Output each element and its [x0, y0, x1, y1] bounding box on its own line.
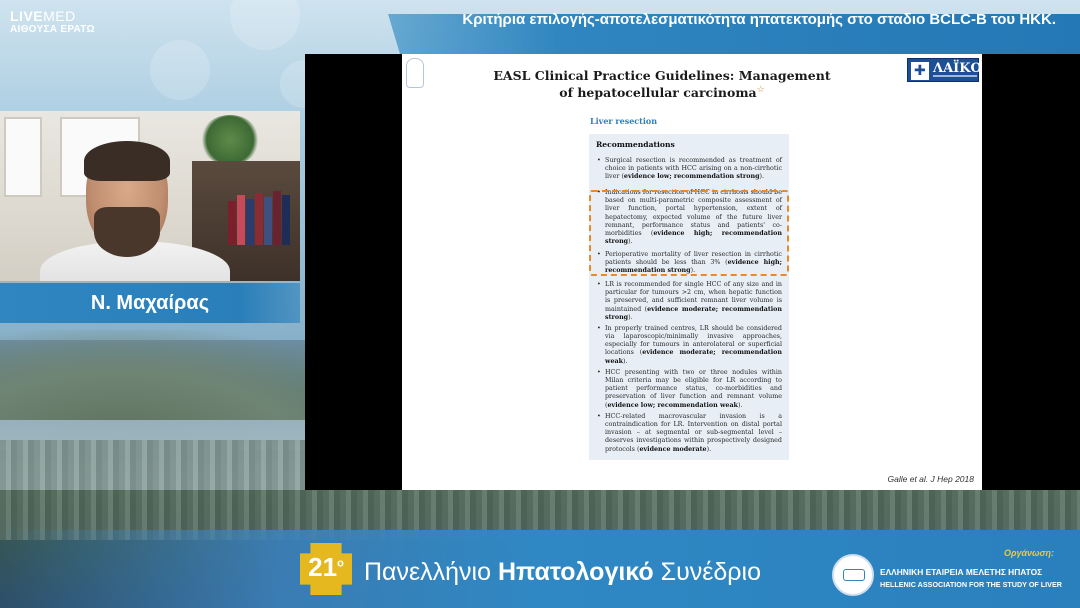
livemed-logo: LIVEMED ΑΙΘΟΥΣΑ ΕΡΑΤΩ	[10, 8, 95, 35]
association-logo-icon	[832, 554, 874, 596]
wall-picture	[4, 117, 42, 197]
organizer-name-greek: ΕΛΛΗΝΙΚΗ ΕΤΑΙΡΕΙΑ ΜΕΛΕΤΗΣ ΗΠΑΤΟΣ	[880, 567, 1043, 577]
recommendation-item: Surgical resection is recommended as tre…	[596, 157, 782, 181]
speaker-hair	[84, 141, 170, 181]
congress-edition: 21ο	[308, 552, 344, 582]
presentation-slide: ΛΑΪΚΟ EASL Clinical Practice Guidelines:…	[402, 54, 982, 490]
speaker-beard	[94, 207, 160, 257]
room-name: ΑΙΘΟΥΣΑ ΕΡΑΤΩ	[10, 24, 95, 35]
speaker-video	[0, 111, 300, 281]
plant	[200, 115, 260, 165]
congress-name: Πανελλήνιο Ηπατολογικό Συνέδριο	[364, 558, 761, 586]
journal-emblem-icon	[406, 58, 424, 88]
star-mark-icon: ☆	[756, 85, 765, 95]
brand-name: LIVEMED	[10, 8, 76, 24]
hospital-logo: ΛΑΪΚΟ	[907, 58, 982, 82]
paper-title: EASL Clinical Practice Guidelines: Manag…	[472, 68, 852, 100]
cross-icon	[911, 62, 929, 80]
recommendations-heading: Recommendations	[596, 140, 675, 149]
recommendations-box: Recommendations Surgical resection is re…	[589, 134, 789, 460]
organizer-label: Οργάνωση:	[1004, 548, 1055, 558]
session-title: Κριτήρια επιλογής-αποτελεσματικότητα ηπα…	[462, 11, 1056, 28]
paper-title-line2: of hepatocellular carcinoma	[559, 85, 757, 101]
recommendation-item: HCC presenting with two or three nodules…	[596, 369, 782, 409]
paper-title-line1: EASL Clinical Practice Guidelines: Manag…	[493, 68, 831, 83]
hospital-name: ΛΑΪΚΟ	[933, 61, 982, 76]
highlight-box	[589, 190, 789, 276]
recommendation-item: HCC-related macrovascular invasion is a …	[596, 413, 782, 453]
recommendation-item: In properly trained centres, LR should b…	[596, 325, 782, 365]
citation: Galle et al. J Hep 2018	[887, 474, 974, 484]
background-circle	[150, 40, 210, 100]
speaker-name-bar: Ν. Μαχαίρας	[0, 283, 300, 323]
speaker-name: Ν. Μαχαίρας	[90, 292, 210, 314]
section-heading: Liver resection	[590, 116, 658, 126]
recommendation-item: LR is recommended for single HCC of any …	[596, 281, 782, 321]
organizer-name-english: HELLENIC ASSOCIATION FOR THE STUDY OF LI…	[880, 580, 1062, 589]
